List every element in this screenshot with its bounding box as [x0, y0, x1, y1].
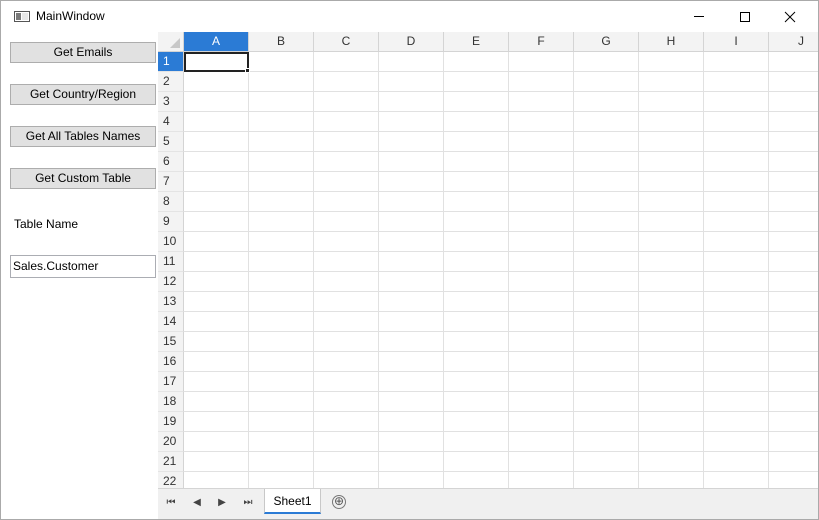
- row-header-10[interactable]: 10: [158, 232, 184, 252]
- get-emails-button[interactable]: Get Emails: [10, 42, 156, 63]
- spreadsheet-grid[interactable]: ABCDEFGHIJ 1 2 3 4 5 6 7 8 9 10 11 12 13 14 15 16 17 18 19…: [158, 32, 818, 488]
- column-header-j[interactable]: J: [769, 32, 818, 52]
- row-header-13[interactable]: 13: [158, 292, 184, 312]
- maximize-icon: [740, 11, 750, 22]
- column-header-g[interactable]: G: [574, 32, 639, 52]
- minimize-icon: [694, 16, 704, 17]
- row-header-4[interactable]: 4: [158, 112, 184, 132]
- get-country-region-button[interactable]: Get Country/Region: [10, 84, 156, 105]
- last-sheet-icon[interactable]: ⏭: [241, 497, 255, 508]
- minimize-button[interactable]: [676, 1, 722, 32]
- select-all-icon: [170, 38, 180, 48]
- row-header-8[interactable]: 8: [158, 192, 184, 212]
- column-header-a[interactable]: A: [184, 32, 249, 52]
- row-header-17[interactable]: 17: [158, 372, 184, 392]
- column-header-f[interactable]: F: [509, 32, 574, 52]
- column-header-h[interactable]: H: [639, 32, 704, 52]
- column-header-i[interactable]: I: [704, 32, 769, 52]
- next-sheet-icon[interactable]: ▶: [215, 497, 229, 508]
- close-icon: [784, 11, 796, 22]
- row-header-9[interactable]: 9: [158, 212, 184, 232]
- app-window-icon: [14, 11, 30, 22]
- table-name-input[interactable]: Sales.Customer: [10, 255, 156, 278]
- select-all-corner[interactable]: [158, 32, 184, 52]
- left-panel: Get Emails Get Country/Region Get All Ta…: [1, 32, 158, 519]
- add-sheet-icon[interactable]: ⊕: [332, 495, 346, 509]
- column-header-d[interactable]: D: [379, 32, 444, 52]
- row-header-1[interactable]: 1: [158, 52, 184, 72]
- column-header-b[interactable]: B: [249, 32, 314, 52]
- row-header-21[interactable]: 21: [158, 452, 184, 472]
- get-custom-table-button[interactable]: Get Custom Table: [10, 168, 156, 189]
- table-name-label: Table Name: [14, 217, 79, 231]
- row-header-19[interactable]: 19: [158, 412, 184, 432]
- row-header-15[interactable]: 15: [158, 332, 184, 352]
- row-header-22[interactable]: 22: [158, 472, 184, 488]
- sheet-tab-sheet1[interactable]: Sheet1: [264, 489, 321, 514]
- sheet-tab-bar: ⏮ ◀ ▶ ⏭ Sheet1 ⊕: [158, 488, 818, 519]
- active-cell-a1[interactable]: [184, 52, 249, 72]
- row-header-18[interactable]: 18: [158, 392, 184, 412]
- row-header-2[interactable]: 2: [158, 72, 184, 92]
- main-window: MainWindow Get Emails Get Country/Region…: [0, 0, 819, 520]
- get-all-tables-names-button[interactable]: Get All Tables Names: [10, 126, 156, 147]
- row-header-16[interactable]: 16: [158, 352, 184, 372]
- row-header-5[interactable]: 5: [158, 132, 184, 152]
- row-header-3[interactable]: 3: [158, 92, 184, 112]
- row-header-14[interactable]: 14: [158, 312, 184, 332]
- previous-sheet-icon[interactable]: ◀: [190, 497, 204, 508]
- first-sheet-icon[interactable]: ⏮: [164, 497, 178, 508]
- column-header-c[interactable]: C: [314, 32, 379, 52]
- fill-handle[interactable]: [245, 68, 250, 73]
- maximize-button[interactable]: [722, 1, 768, 32]
- window-title: MainWindow: [36, 9, 105, 23]
- cell-area[interactable]: [184, 52, 818, 488]
- row-header-11[interactable]: 11: [158, 252, 184, 272]
- row-header-7[interactable]: 7: [158, 172, 184, 192]
- row-header-20[interactable]: 20: [158, 432, 184, 452]
- row-header-12[interactable]: 12: [158, 272, 184, 292]
- title-bar: MainWindow: [1, 1, 818, 32]
- close-button[interactable]: [767, 1, 813, 32]
- row-header-6[interactable]: 6: [158, 152, 184, 172]
- column-header-e[interactable]: E: [444, 32, 509, 52]
